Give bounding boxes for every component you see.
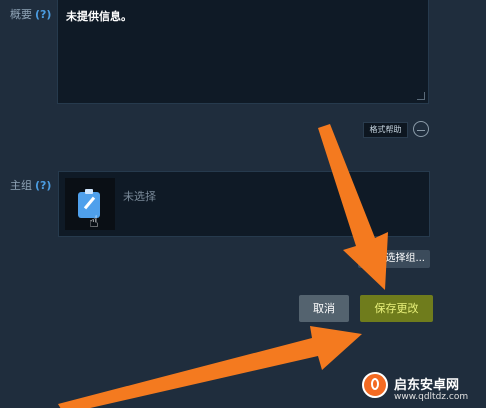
watermark-name: 启东安卓网 [394,378,460,393]
watermark-url: www.qdltdz.com [394,392,469,402]
annotation-arrows [58,124,388,408]
arrow-up-right-icon [58,326,362,408]
arrow-down-icon [318,124,388,290]
watermark: 启东安卓网 www.qdltdz.com [358,368,486,408]
watermark-logo-icon [362,372,388,398]
